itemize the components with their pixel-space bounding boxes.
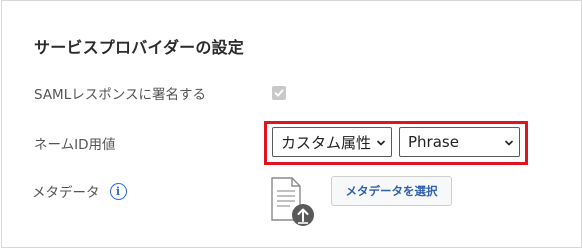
name-id-type-select[interactable]: カスタム属性 [272,127,392,157]
file-upload-icon[interactable] [270,176,316,230]
chevron-down-icon [505,140,513,146]
metadata-label: メタデータ [32,185,100,201]
checkmark-icon [274,89,284,97]
saml-sign-checkbox[interactable] [272,86,286,100]
metadata-label-row: メタデータ i [32,181,127,201]
info-icon[interactable]: i [109,182,127,200]
saml-sign-label: SAMLレスポンスに署名する [34,87,206,103]
name-id-format-value: Phrase [408,133,459,151]
select-metadata-button[interactable]: メタデータを選択 [331,176,452,206]
name-id-format-select[interactable]: Phrase [399,127,520,157]
chevron-down-icon [377,140,385,146]
name-id-type-value: カスタム属性 [281,133,372,152]
name-id-label: ネームID用値 [34,137,116,153]
section-title: サービスプロバイダーの設定 [34,38,244,57]
